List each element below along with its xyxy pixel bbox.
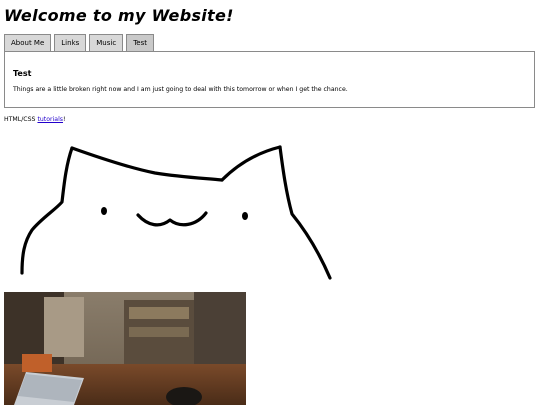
cat-right-ear xyxy=(220,145,282,182)
tab-about-me[interactable]: About Me xyxy=(4,34,52,52)
tab-music[interactable]: Music xyxy=(89,34,124,52)
page-title: Welcome to my Website! xyxy=(4,6,234,25)
credit-line: HTML/CSS tutorials! xyxy=(4,116,66,123)
tab-links[interactable]: Links xyxy=(54,34,87,52)
panel-heading: Test xyxy=(13,69,32,78)
tutorials-link[interactable]: tutorials xyxy=(37,116,63,123)
cat-outline-left xyxy=(20,146,74,275)
cat-drawing xyxy=(20,145,332,280)
cat-head-top xyxy=(70,146,224,182)
cat-mouth xyxy=(136,211,208,227)
tab-panel: Test Things are a little broken right no… xyxy=(4,51,535,108)
photo-shelf-items xyxy=(129,307,189,319)
tab-bar: About Me Links Music Test xyxy=(4,34,154,52)
panel-body-text: Things are a little broken right now and… xyxy=(13,86,348,93)
photo-orange-item xyxy=(22,354,52,372)
cat-right-eye xyxy=(242,212,248,220)
cat-outline-right xyxy=(278,145,332,280)
photo-shelf-items-2 xyxy=(129,327,189,337)
photo-door xyxy=(44,297,84,357)
cat-left-eye xyxy=(101,207,107,215)
credit-suffix: ! xyxy=(63,116,66,123)
credit-prefix: HTML/CSS xyxy=(4,116,38,123)
room-photo xyxy=(4,292,246,405)
tab-test[interactable]: Test xyxy=(126,34,154,52)
